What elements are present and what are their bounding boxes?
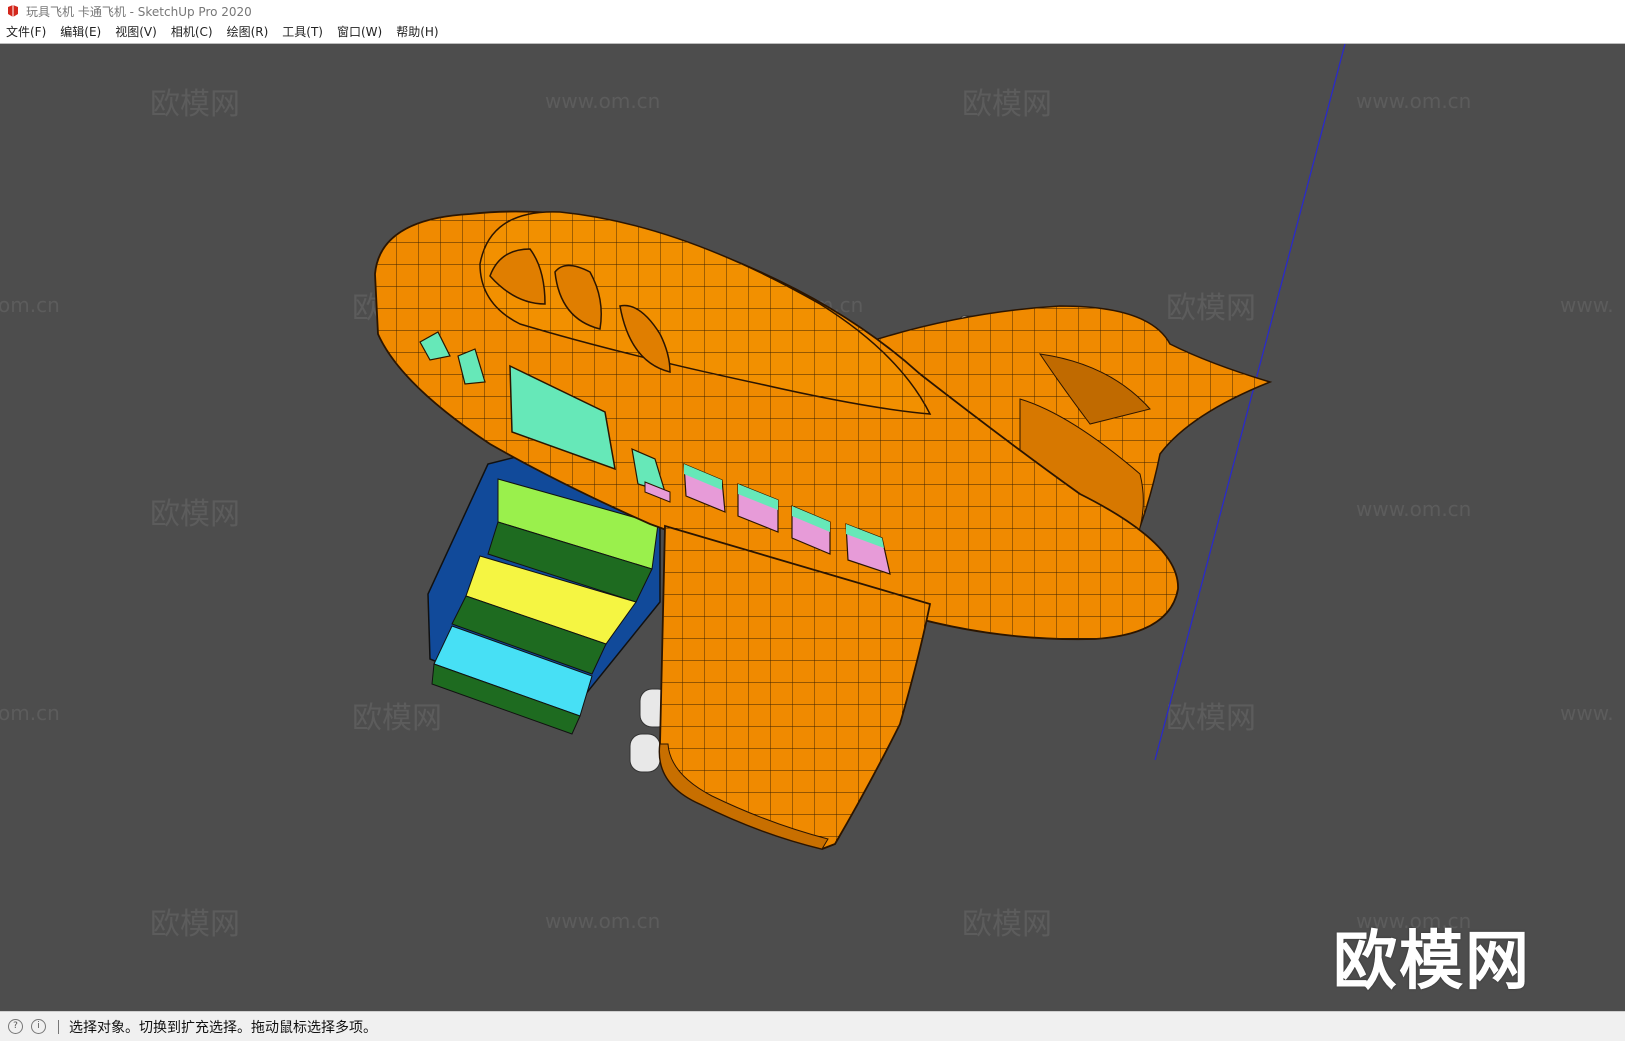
- watermark-url: www.om.cn: [1356, 89, 1471, 113]
- geo-location-icon[interactable]: ?: [8, 1019, 23, 1034]
- watermark-logo-large: 欧模网: [1333, 925, 1531, 999]
- menu-help[interactable]: 帮助(H): [389, 22, 445, 43]
- status-divider: [58, 1019, 59, 1034]
- status-bar: ? i 选择对象。切换到扩充选择。拖动鼠标选择多项。: [0, 1011, 1625, 1041]
- status-message: 选择对象。切换到扩充选择。拖动鼠标选择多项。: [69, 1019, 377, 1036]
- menu-view[interactable]: 视图(V): [108, 22, 164, 43]
- watermark-url: www.om.cn: [545, 89, 660, 113]
- menu-edit[interactable]: 编辑(E): [53, 22, 108, 43]
- watermark-url: www.: [1560, 701, 1614, 725]
- scene-canvas[interactable]: 欧模网 www.om.cn 欧模网 www.om.cn om.cn 欧模网 ww…: [0, 44, 1625, 1011]
- watermark-logo: 欧模网: [352, 701, 442, 736]
- watermark-url: om.cn: [0, 293, 60, 317]
- watermark-logo: 欧模网: [150, 87, 240, 122]
- menu-camera[interactable]: 相机(C): [164, 22, 220, 43]
- window-title: 玩具飞机 卡通飞机 - SketchUp Pro 2020: [26, 4, 252, 19]
- title-bar: 玩具飞机 卡通飞机 - SketchUp Pro 2020: [0, 0, 1625, 22]
- watermark-url: www.om.cn: [1356, 497, 1471, 521]
- watermark-url: www.: [1560, 293, 1614, 317]
- watermark-logo: 欧模网: [1166, 291, 1256, 326]
- menu-bar: 文件(F) 编辑(E) 视图(V) 相机(C) 绘图(R) 工具(T) 窗口(W…: [0, 22, 1625, 44]
- watermark-url: om.cn: [0, 701, 60, 725]
- watermark-logo: 欧模网: [1166, 701, 1256, 736]
- watermark-logo: 欧模网: [150, 497, 240, 532]
- watermark-logo: 欧模网: [962, 907, 1052, 942]
- menu-file[interactable]: 文件(F): [0, 22, 53, 43]
- watermark-logo: 欧模网: [962, 87, 1052, 122]
- menu-tools[interactable]: 工具(T): [275, 22, 330, 43]
- menu-draw[interactable]: 绘图(R): [220, 22, 276, 43]
- watermark-url: www.om.cn: [545, 909, 660, 933]
- model-viewport[interactable]: 欧模网 www.om.cn 欧模网 www.om.cn om.cn 欧模网 ww…: [0, 44, 1625, 1011]
- watermark-logo: 欧模网: [150, 907, 240, 942]
- menu-window[interactable]: 窗口(W): [330, 22, 389, 43]
- info-icon[interactable]: i: [31, 1019, 46, 1034]
- sketchup-logo-icon: [8, 5, 18, 17]
